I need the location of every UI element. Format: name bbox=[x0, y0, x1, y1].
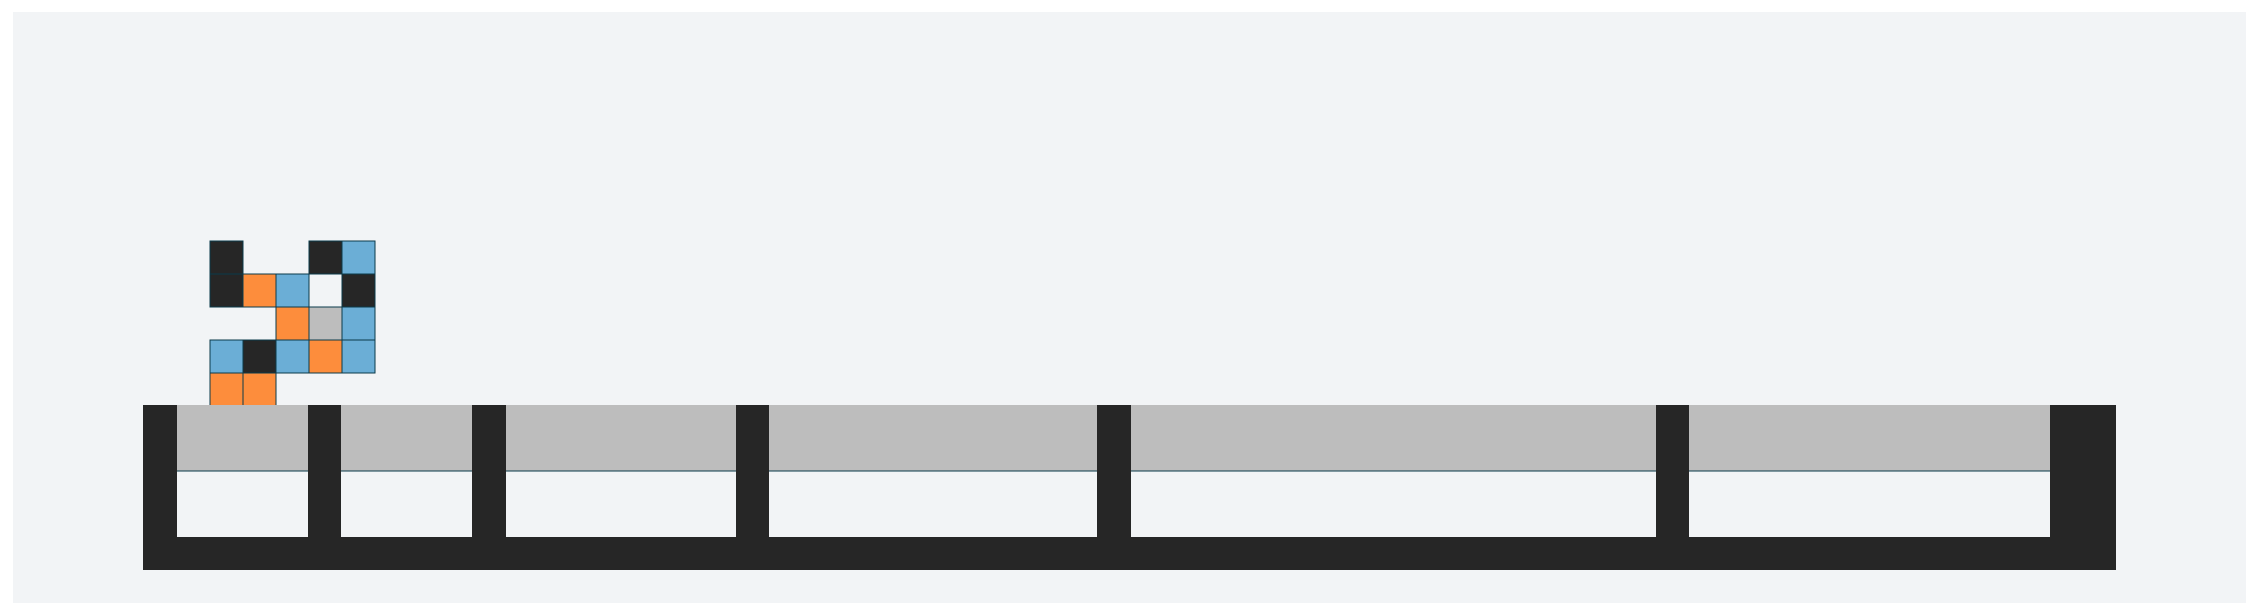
compartment-top bbox=[177, 405, 308, 471]
game-canvas bbox=[13, 12, 2246, 603]
piece-cell-black bbox=[209, 240, 244, 275]
piece-cell-blue bbox=[341, 240, 376, 275]
compartment-bottom bbox=[1689, 471, 2050, 537]
compartment-bottom bbox=[769, 471, 1097, 537]
piece-cell-orange bbox=[242, 273, 277, 308]
tray-slot-3 bbox=[506, 405, 736, 537]
piece-cell-blue bbox=[275, 339, 310, 374]
piece-cell-orange bbox=[242, 372, 277, 407]
piece-cell-black bbox=[242, 339, 277, 374]
tray-slot-5 bbox=[1131, 405, 1656, 537]
piece-cell-orange bbox=[209, 372, 244, 407]
compartment-bottom bbox=[1131, 471, 1656, 537]
piece-cell-white bbox=[308, 273, 343, 308]
piece-cell-blue bbox=[209, 339, 244, 374]
compartment-bottom bbox=[177, 471, 308, 537]
compartment-tray bbox=[143, 405, 2116, 570]
piece-cell-blue bbox=[341, 339, 376, 374]
piece-cell-blue bbox=[275, 273, 310, 308]
tray-slot-2 bbox=[341, 405, 472, 537]
compartment-bottom bbox=[506, 471, 736, 537]
piece-cell-black bbox=[341, 273, 376, 308]
piece-cell-black bbox=[308, 240, 343, 275]
compartment-bottom bbox=[341, 471, 472, 537]
tray-slot-6 bbox=[1689, 405, 2050, 537]
piece-cell-black bbox=[209, 273, 244, 308]
tray-slot-4 bbox=[769, 405, 1097, 537]
tray-slot-1 bbox=[177, 405, 308, 537]
compartment-top bbox=[1131, 405, 1656, 471]
compartment-top bbox=[1689, 405, 2050, 471]
compartment-top bbox=[341, 405, 472, 471]
piece-cell-blue bbox=[341, 306, 376, 341]
compartment-top bbox=[769, 405, 1097, 471]
compartment-top bbox=[506, 405, 736, 471]
piece-cell-orange bbox=[308, 339, 343, 374]
piece-cell-gray bbox=[308, 306, 343, 341]
piece-cell-orange bbox=[275, 306, 310, 341]
